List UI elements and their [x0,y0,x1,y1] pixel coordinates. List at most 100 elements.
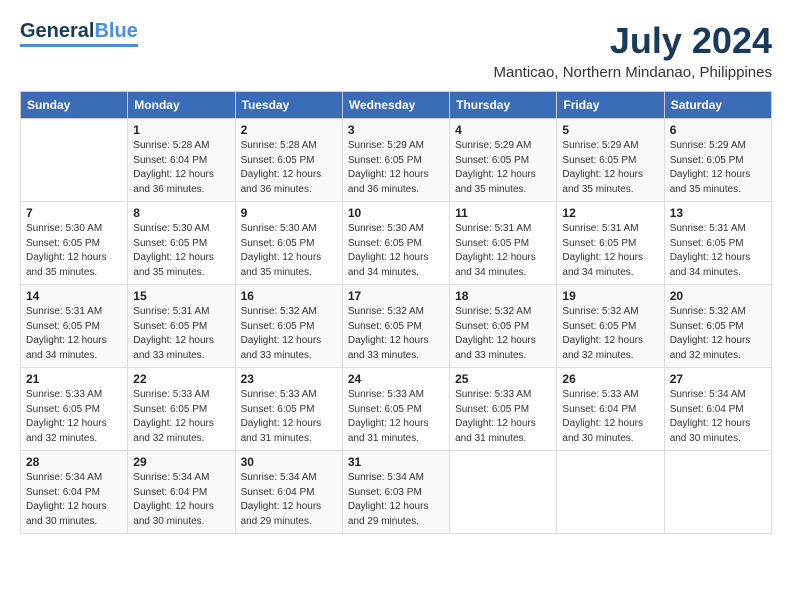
calendar-cell: 10 Sunrise: 5:30 AMSunset: 6:05 PMDayligh… [342,202,449,285]
day-info: Sunrise: 5:31 AMSunset: 6:05 PMDaylight:… [670,222,766,280]
location-subtitle: Manticao, Northern Mindanao, Philippines [494,64,773,81]
day-info: Sunrise: 5:34 AMSunset: 6:04 PMDaylight:… [241,471,337,529]
day-number: 1 [133,123,229,137]
day-info: Sunrise: 5:33 AMSunset: 6:05 PMDaylight:… [241,388,337,446]
day-info: Sunrise: 5:34 AMSunset: 6:04 PMDaylight:… [133,471,229,529]
day-info: Sunrise: 5:33 AMSunset: 6:05 PMDaylight:… [133,388,229,446]
day-info: Sunrise: 5:34 AMSunset: 6:04 PMDaylight:… [670,388,766,446]
day-number: 25 [455,372,551,386]
calendar-cell: 14Sunrise: 5:31 AMSunset: 6:05 PMDayligh… [21,285,128,368]
day-number: 24 [348,372,444,386]
day-number: 12 [562,206,658,220]
day-number: 5 [562,123,658,137]
day-info: Sunrise: 5:30 AMSunset: 6:05 PMDaylight:… [348,222,444,280]
calendar-cell [557,451,664,534]
day-info: Sunrise: 5:29 AMSunset: 6:05 PMDaylight:… [562,139,658,197]
calendar-cell: 13Sunrise: 5:31 AMSunset: 6:05 PMDayligh… [664,202,771,285]
day-info: Sunrise: 5:34 AMSunset: 6:04 PMDaylight:… [26,471,122,529]
calendar-cell: 5 Sunrise: 5:29 AMSunset: 6:05 PMDaylight… [557,119,664,202]
calendar-week-row: 7 Sunrise: 5:30 AMSunset: 6:05 PMDaylight… [21,202,772,285]
calendar-cell: 17Sunrise: 5:32 AMSunset: 6:05 PMDayligh… [342,285,449,368]
day-number: 10 [348,206,444,220]
day-info: Sunrise: 5:32 AMSunset: 6:05 PMDaylight:… [455,305,551,363]
calendar-cell: 7 Sunrise: 5:30 AMSunset: 6:05 PMDaylight… [21,202,128,285]
day-number: 31 [348,455,444,469]
calendar-cell: 20Sunrise: 5:32 AMSunset: 6:05 PMDayligh… [664,285,771,368]
day-number: 2 [241,123,337,137]
day-number: 14 [26,289,122,303]
calendar-cell: 16Sunrise: 5:32 AMSunset: 6:05 PMDayligh… [235,285,342,368]
day-number: 16 [241,289,337,303]
day-info: Sunrise: 5:30 AMSunset: 6:05 PMDaylight:… [26,222,122,280]
header-day-saturday: Saturday [664,92,771,119]
calendar-cell: 8 Sunrise: 5:30 AMSunset: 6:05 PMDaylight… [128,202,235,285]
calendar-week-row: 28 Sunrise: 5:34 AMSunset: 6:04 PMDayligh… [21,451,772,534]
day-number: 23 [241,372,337,386]
logo-blue: Blue [94,20,137,43]
day-number: 8 [133,206,229,220]
day-info: Sunrise: 5:33 AMSunset: 6:05 PMDaylight:… [348,388,444,446]
calendar-cell: 23 Sunrise: 5:33 AMSunset: 6:05 PMDayligh… [235,368,342,451]
day-info: Sunrise: 5:32 AMSunset: 6:05 PMDaylight:… [562,305,658,363]
logo-underline [20,44,138,47]
day-info: Sunrise: 5:28 AMSunset: 6:05 PMDaylight:… [241,139,337,197]
calendar-cell: 2 Sunrise: 5:28 AMSunset: 6:05 PMDaylight… [235,119,342,202]
header-day-thursday: Thursday [450,92,557,119]
day-number: 4 [455,123,551,137]
calendar-cell: 18 Sunrise: 5:32 AMSunset: 6:05 PMDayligh… [450,285,557,368]
logo-general: General [20,20,94,43]
day-number: 19 [562,289,658,303]
calendar-cell: 11 Sunrise: 5:31 AMSunset: 6:05 PMDayligh… [450,202,557,285]
day-number: 6 [670,123,766,137]
day-info: Sunrise: 5:33 AMSunset: 6:05 PMDaylight:… [26,388,122,446]
month-year-title: July 2024 [494,20,773,62]
calendar-week-row: 14 Sunrise: 5:31 AMSunset: 6:05 PMDayligh… [21,285,772,368]
calendar-cell: 21 Sunrise: 5:33 AMSunset: 6:05 PMDayligh… [21,368,128,451]
calendar-week-row: 1 Sunrise: 5:28 AMSunset: 6:04 PMDaylight… [21,119,772,202]
day-info: Sunrise: 5:31 AMSunset: 6:05 PMDaylight:… [133,305,229,363]
day-number: 3 [348,123,444,137]
calendar-cell: 30 Sunrise: 5:34 AMSunset: 6:04 PMDayligh… [235,451,342,534]
logo: General Blue [20,20,138,47]
calendar-cell [450,451,557,534]
day-number: 9 [241,206,337,220]
day-number: 11 [455,206,551,220]
calendar-cell [664,451,771,534]
header-day-sunday: Sunday [21,92,128,119]
calendar-cell: 15Sunrise: 5:31 AMSunset: 6:05 PMDayligh… [128,285,235,368]
calendar-cell: 6Sunrise: 5:29 AMSunset: 6:05 PMDaylight… [664,119,771,202]
day-number: 27 [670,372,766,386]
day-info: Sunrise: 5:28 AMSunset: 6:04 PMDaylight:… [133,139,229,197]
day-info: Sunrise: 5:31 AMSunset: 6:05 PMDaylight:… [455,222,551,280]
day-number: 18 [455,289,551,303]
calendar-cell: 24 Sunrise: 5:33 AMSunset: 6:05 PMDayligh… [342,368,449,451]
day-info: Sunrise: 5:33 AMSunset: 6:04 PMDaylight:… [562,388,658,446]
day-info: Sunrise: 5:30 AMSunset: 6:05 PMDaylight:… [133,222,229,280]
header-day-wednesday: Wednesday [342,92,449,119]
day-number: 21 [26,372,122,386]
day-number: 22 [133,372,229,386]
day-number: 30 [241,455,337,469]
day-number: 26 [562,372,658,386]
calendar-cell: 27 Sunrise: 5:34 AMSunset: 6:04 PMDayligh… [664,368,771,451]
day-number: 28 [26,455,122,469]
header-day-tuesday: Tuesday [235,92,342,119]
day-info: Sunrise: 5:29 AMSunset: 6:05 PMDaylight:… [348,139,444,197]
day-info: Sunrise: 5:32 AMSunset: 6:05 PMDaylight:… [348,305,444,363]
title-section: July 2024 Manticao, Northern Mindanao, P… [494,20,773,81]
calendar-week-row: 21 Sunrise: 5:33 AMSunset: 6:05 PMDayligh… [21,368,772,451]
day-info: Sunrise: 5:31 AMSunset: 6:05 PMDaylight:… [562,222,658,280]
calendar-cell: 12 Sunrise: 5:31 AMSunset: 6:05 PMDayligh… [557,202,664,285]
day-number: 29 [133,455,229,469]
day-info: Sunrise: 5:33 AMSunset: 6:05 PMDaylight:… [455,388,551,446]
header-day-friday: Friday [557,92,664,119]
day-number: 7 [26,206,122,220]
calendar-cell: 29 Sunrise: 5:34 AMSunset: 6:04 PMDayligh… [128,451,235,534]
day-info: Sunrise: 5:30 AMSunset: 6:05 PMDaylight:… [241,222,337,280]
calendar-cell: 22 Sunrise: 5:33 AMSunset: 6:05 PMDayligh… [128,368,235,451]
day-number: 20 [670,289,766,303]
calendar-cell: 31Sunrise: 5:34 AMSunset: 6:03 PMDayligh… [342,451,449,534]
calendar-header-row: SundayMondayTuesdayWednesdayThursdayFrid… [21,92,772,119]
header-day-monday: Monday [128,92,235,119]
calendar-cell [21,119,128,202]
